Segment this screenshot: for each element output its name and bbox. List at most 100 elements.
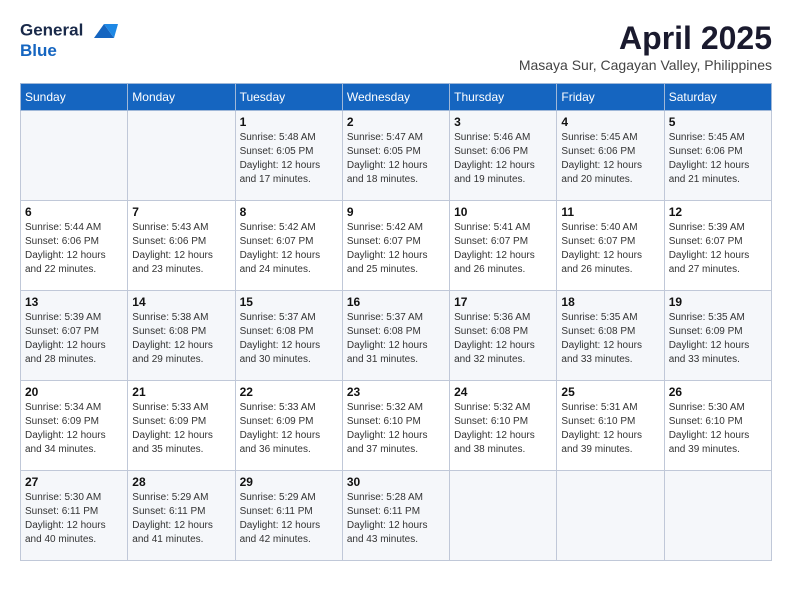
day-info: Sunrise: 5:33 AM Sunset: 6:09 PM Dayligh… — [240, 401, 338, 457]
calendar-cell — [664, 471, 771, 561]
day-number: 9 — [347, 205, 445, 219]
calendar-cell: 27 Sunrise: 5:30 AM Sunset: 6:11 PM Dayli… — [21, 471, 128, 561]
day-number: 20 — [25, 385, 123, 399]
day-number: 1 — [240, 115, 338, 129]
day-of-week-header: Wednesday — [342, 84, 449, 111]
title-area: April 2025 Masaya Sur, Cagayan Valley, P… — [519, 20, 772, 73]
calendar-cell: 5 Sunrise: 5:45 AM Sunset: 6:06 PM Daylig… — [664, 111, 771, 201]
calendar-cell: 2 Sunrise: 5:47 AM Sunset: 6:05 PM Daylig… — [342, 111, 449, 201]
calendar-cell: 3Sunrise: 5:46 AM Sunset: 6:06 PM Daylig… — [450, 111, 557, 201]
day-info: Sunrise: 5:30 AM Sunset: 6:11 PM Dayligh… — [25, 491, 123, 547]
day-number: 21 — [132, 385, 230, 399]
day-number: 22 — [240, 385, 338, 399]
day-info: Sunrise: 5:34 AM Sunset: 6:09 PM Dayligh… — [25, 401, 123, 457]
day-info: Sunrise: 5:35 AM Sunset: 6:09 PM Dayligh… — [669, 311, 767, 367]
day-number: 11 — [561, 205, 659, 219]
calendar-week-row: 20 Sunrise: 5:34 AM Sunset: 6:09 PM Dayli… — [21, 381, 772, 471]
calendar-cell: 1 Sunrise: 5:48 AM Sunset: 6:05 PM Daylig… — [235, 111, 342, 201]
day-of-week-header: Tuesday — [235, 84, 342, 111]
day-info: Sunrise: 5:28 AM Sunset: 6:11 PM Dayligh… — [347, 491, 445, 547]
calendar-cell: 12 Sunrise: 5:39 AM Sunset: 6:07 PM Dayli… — [664, 201, 771, 291]
day-info: Sunrise: 5:37 AM Sunset: 6:08 PM Dayligh… — [347, 311, 445, 367]
day-of-week-header: Thursday — [450, 84, 557, 111]
day-info: Sunrise: 5:38 AM Sunset: 6:08 PM Dayligh… — [132, 311, 230, 367]
calendar-cell: 22 Sunrise: 5:33 AM Sunset: 6:09 PM Dayli… — [235, 381, 342, 471]
day-number: 10 — [454, 205, 552, 219]
calendar-cell — [450, 471, 557, 561]
day-number: 17 — [454, 295, 552, 309]
calendar-cell: 8Sunrise: 5:42 AM Sunset: 6:07 PM Daylig… — [235, 201, 342, 291]
calendar-cell: 29Sunrise: 5:29 AM Sunset: 6:11 PM Dayli… — [235, 471, 342, 561]
day-of-week-header: Friday — [557, 84, 664, 111]
day-number: 5 — [669, 115, 767, 129]
calendar-cell: 23Sunrise: 5:32 AM Sunset: 6:10 PM Dayli… — [342, 381, 449, 471]
day-number: 14 — [132, 295, 230, 309]
day-number: 25 — [561, 385, 659, 399]
day-number: 7 — [132, 205, 230, 219]
calendar-cell: 16 Sunrise: 5:37 AM Sunset: 6:08 PM Dayli… — [342, 291, 449, 381]
day-number: 24 — [454, 385, 552, 399]
calendar-cell: 20 Sunrise: 5:34 AM Sunset: 6:09 PM Dayli… — [21, 381, 128, 471]
calendar-cell: 25 Sunrise: 5:31 AM Sunset: 6:10 PM Dayli… — [557, 381, 664, 471]
day-info: Sunrise: 5:46 AM Sunset: 6:06 PM Dayligh… — [454, 131, 552, 187]
calendar-cell: 15 Sunrise: 5:37 AM Sunset: 6:08 PM Dayli… — [235, 291, 342, 381]
page-header: General Blue April 2025 Masaya Sur, Caga… — [20, 20, 772, 73]
month-title: April 2025 — [519, 20, 772, 57]
calendar-cell: 4Sunrise: 5:45 AM Sunset: 6:06 PM Daylig… — [557, 111, 664, 201]
day-info: Sunrise: 5:39 AM Sunset: 6:07 PM Dayligh… — [669, 221, 767, 277]
logo-blue: Blue — [20, 42, 120, 61]
day-number: 15 — [240, 295, 338, 309]
calendar-cell: 30 Sunrise: 5:28 AM Sunset: 6:11 PM Dayli… — [342, 471, 449, 561]
calendar-cell: 11 Sunrise: 5:40 AM Sunset: 6:07 PM Dayli… — [557, 201, 664, 291]
calendar-body: 1 Sunrise: 5:48 AM Sunset: 6:05 PM Daylig… — [21, 111, 772, 561]
day-info: Sunrise: 5:29 AM Sunset: 6:11 PM Dayligh… — [132, 491, 230, 547]
day-number: 27 — [25, 475, 123, 489]
location: Masaya Sur, Cagayan Valley, Philippines — [519, 57, 772, 73]
day-info: Sunrise: 5:29 AM Sunset: 6:11 PM Dayligh… — [240, 491, 338, 547]
calendar-week-row: 6Sunrise: 5:44 AM Sunset: 6:06 PM Daylig… — [21, 201, 772, 291]
day-number: 28 — [132, 475, 230, 489]
day-info: Sunrise: 5:40 AM Sunset: 6:07 PM Dayligh… — [561, 221, 659, 277]
day-info: Sunrise: 5:35 AM Sunset: 6:08 PM Dayligh… — [561, 311, 659, 367]
calendar-cell: 13 Sunrise: 5:39 AM Sunset: 6:07 PM Dayli… — [21, 291, 128, 381]
day-number: 23 — [347, 385, 445, 399]
logo-text: General — [20, 20, 120, 42]
logo: General Blue — [20, 20, 120, 61]
day-of-week-header: Monday — [128, 84, 235, 111]
day-info: Sunrise: 5:42 AM Sunset: 6:07 PM Dayligh… — [240, 221, 338, 277]
day-info: Sunrise: 5:36 AM Sunset: 6:08 PM Dayligh… — [454, 311, 552, 367]
calendar-week-row: 27 Sunrise: 5:30 AM Sunset: 6:11 PM Dayli… — [21, 471, 772, 561]
calendar-cell — [21, 111, 128, 201]
day-info: Sunrise: 5:31 AM Sunset: 6:10 PM Dayligh… — [561, 401, 659, 457]
day-number: 13 — [25, 295, 123, 309]
day-number: 2 — [347, 115, 445, 129]
day-info: Sunrise: 5:43 AM Sunset: 6:06 PM Dayligh… — [132, 221, 230, 277]
calendar-cell: 24Sunrise: 5:32 AM Sunset: 6:10 PM Dayli… — [450, 381, 557, 471]
day-info: Sunrise: 5:41 AM Sunset: 6:07 PM Dayligh… — [454, 221, 552, 277]
calendar-cell: 18 Sunrise: 5:35 AM Sunset: 6:08 PM Dayli… — [557, 291, 664, 381]
day-info: Sunrise: 5:45 AM Sunset: 6:06 PM Dayligh… — [669, 131, 767, 187]
calendar-header-row: SundayMondayTuesdayWednesdayThursdayFrid… — [21, 84, 772, 111]
calendar-week-row: 13 Sunrise: 5:39 AM Sunset: 6:07 PM Dayli… — [21, 291, 772, 381]
day-info: Sunrise: 5:48 AM Sunset: 6:05 PM Dayligh… — [240, 131, 338, 187]
calendar-cell: 19Sunrise: 5:35 AM Sunset: 6:09 PM Dayli… — [664, 291, 771, 381]
calendar-cell: 21Sunrise: 5:33 AM Sunset: 6:09 PM Dayli… — [128, 381, 235, 471]
day-number: 16 — [347, 295, 445, 309]
calendar-cell — [128, 111, 235, 201]
calendar-cell: 9Sunrise: 5:42 AM Sunset: 6:07 PM Daylig… — [342, 201, 449, 291]
calendar-cell: 26 Sunrise: 5:30 AM Sunset: 6:10 PM Dayli… — [664, 381, 771, 471]
calendar-cell: 10 Sunrise: 5:41 AM Sunset: 6:07 PM Dayli… — [450, 201, 557, 291]
calendar-week-row: 1 Sunrise: 5:48 AM Sunset: 6:05 PM Daylig… — [21, 111, 772, 201]
day-number: 18 — [561, 295, 659, 309]
calendar-cell: 7 Sunrise: 5:43 AM Sunset: 6:06 PM Daylig… — [128, 201, 235, 291]
day-info: Sunrise: 5:47 AM Sunset: 6:05 PM Dayligh… — [347, 131, 445, 187]
day-info: Sunrise: 5:30 AM Sunset: 6:10 PM Dayligh… — [669, 401, 767, 457]
day-number: 6 — [25, 205, 123, 219]
day-info: Sunrise: 5:39 AM Sunset: 6:07 PM Dayligh… — [25, 311, 123, 367]
day-info: Sunrise: 5:37 AM Sunset: 6:08 PM Dayligh… — [240, 311, 338, 367]
day-number: 26 — [669, 385, 767, 399]
day-number: 12 — [669, 205, 767, 219]
day-of-week-header: Sunday — [21, 84, 128, 111]
calendar-table: SundayMondayTuesdayWednesdayThursdayFrid… — [20, 83, 772, 561]
day-number: 30 — [347, 475, 445, 489]
